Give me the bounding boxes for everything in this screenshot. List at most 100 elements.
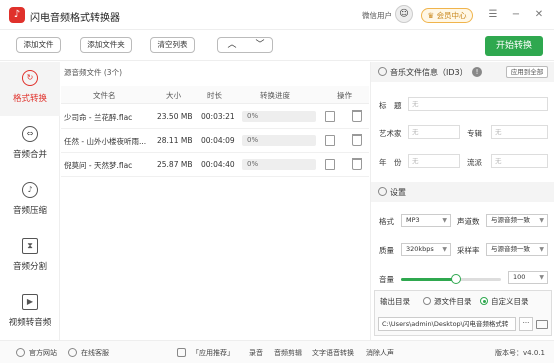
column-header: 文件名 xyxy=(93,91,116,100)
menu-icon[interactable]: ☰ xyxy=(486,8,500,22)
status-bar: 官方网站 在线客服 「应用推荐」 录音 音频剪辑 文字语音转换 消除人声 版本号… xyxy=(0,340,554,363)
sidebar: ↻ 格式转换 ⇔ 音频合并 ♪ 音频压缩 ⧗ 音频分割 ▶ 视频转音频 xyxy=(0,62,60,340)
file-list-panel: 源音频文件 (3个) 文件名 大小 时长 转换进度 操作 少司命 - 兰花醉.f… xyxy=(61,62,369,340)
apply-all-button[interactable]: 应用到全部 xyxy=(506,66,548,78)
file-name: 任然 - 山外小楼夜听雨... xyxy=(64,137,147,146)
radio-source-dir[interactable] xyxy=(423,297,431,305)
record-link[interactable]: 录音 xyxy=(249,348,263,358)
file-size: 23.50 MB xyxy=(157,112,193,121)
volume-slider[interactable] xyxy=(401,274,501,284)
vip-center-button[interactable]: ♛ 会员中心 xyxy=(421,8,473,23)
source-files-label: 源音频文件 (3个) xyxy=(64,68,123,77)
move-up-button[interactable]: ︿ xyxy=(218,38,246,52)
delete-icon[interactable] xyxy=(352,158,362,170)
column-header: 大小 xyxy=(166,91,181,100)
quality-label: 质量 xyxy=(379,246,394,255)
file-name: 少司命 - 兰花醉.flac xyxy=(64,113,133,122)
file-duration: 00:04:40 xyxy=(201,160,235,169)
artist-label: 艺术家 xyxy=(379,129,402,138)
samplerate-label: 采样率 xyxy=(457,246,480,255)
sidebar-item-audio-merge[interactable]: ⇔ 音频合并 xyxy=(0,118,60,172)
table-row[interactable]: 少司命 - 兰花醉.flac 23.50 MB 00:03:21 0% xyxy=(61,105,369,129)
delete-icon[interactable] xyxy=(352,134,362,146)
quality-select[interactable]: 320kbps ▼ xyxy=(401,243,451,256)
clear-list-button[interactable]: 清空列表 xyxy=(150,37,195,53)
file-duration: 00:03:21 xyxy=(201,112,235,121)
official-website-link[interactable]: 官方网站 xyxy=(29,348,57,358)
settings-section-header: 设置 xyxy=(371,182,554,202)
tts-link[interactable]: 文字语音转换 xyxy=(312,348,354,358)
globe-icon xyxy=(16,348,25,357)
info-icon[interactable]: ! xyxy=(472,67,482,77)
video-icon: ▶ xyxy=(22,294,38,310)
audio-edit-link[interactable]: 音频剪辑 xyxy=(274,348,302,358)
chevron-down-icon: ▼ xyxy=(539,274,544,281)
sidebar-item-label: 音频合并 xyxy=(12,150,47,160)
artist-field[interactable]: 无 xyxy=(408,125,460,139)
title-label: 标 题 xyxy=(379,101,402,110)
file-info-icon[interactable] xyxy=(325,159,335,170)
headset-icon xyxy=(68,348,77,357)
format-select[interactable]: MP3 ▼ xyxy=(401,214,451,227)
add-folder-button[interactable]: 添加文件夹 xyxy=(80,37,132,53)
source-dir-option[interactable]: 源文件目录 xyxy=(434,296,472,307)
samplerate-select[interactable]: 与源音频一致 ▼ xyxy=(486,243,548,256)
year-field[interactable]: 无 xyxy=(408,154,460,168)
output-path-field[interactable]: C:\Users\admin\Desktop\闪电音频格式转 xyxy=(378,317,516,331)
channels-select[interactable]: 与源音频一致 ▼ xyxy=(486,214,548,227)
vocal-remove-link[interactable]: 消除人声 xyxy=(366,348,394,358)
app-title: 闪电音频格式转换器 xyxy=(30,13,120,24)
table-header: 文件名 大小 时长 转换进度 操作 xyxy=(61,86,369,104)
chevron-down-icon: ▼ xyxy=(539,246,544,253)
settings-header-title: 设置 xyxy=(390,188,406,197)
folder-icon[interactable] xyxy=(536,320,548,329)
sidebar-item-audio-split[interactable]: ⧗ 音频分割 xyxy=(0,230,60,284)
file-info-icon[interactable] xyxy=(325,111,335,122)
sidebar-item-label: 格式转换 xyxy=(12,94,47,104)
avatar[interactable]: ☺ xyxy=(395,5,413,23)
wechat-user-label[interactable]: 微信用户 xyxy=(362,10,392,21)
column-header: 操作 xyxy=(337,91,352,100)
move-down-button[interactable]: ﹀ xyxy=(246,38,274,52)
online-support-link[interactable]: 在线客服 xyxy=(81,348,109,358)
minimize-button[interactable]: − xyxy=(509,8,523,22)
browse-button[interactable]: ··· xyxy=(519,317,533,331)
volume-label: 音量 xyxy=(379,275,394,284)
gear-icon xyxy=(378,187,387,196)
file-name: 倪莫问 - 天然梦.flac xyxy=(64,161,133,170)
genre-label: 流派 xyxy=(467,158,482,167)
delete-icon[interactable] xyxy=(352,110,362,122)
split-icon: ⧗ xyxy=(22,238,38,254)
file-size: 28.11 MB xyxy=(157,136,193,145)
refresh-icon: ↻ xyxy=(22,70,38,86)
sidebar-item-video-to-audio[interactable]: ▶ 视频转音频 xyxy=(0,286,60,340)
gear-icon xyxy=(378,67,387,76)
table-row[interactable]: 任然 - 山外小楼夜听雨... 28.11 MB 00:04:09 0% xyxy=(61,129,369,153)
sidebar-item-label: 音频压缩 xyxy=(12,206,47,216)
output-directory-box: 输出目录 源文件目录 自定义目录 C:\Users\admin\Desktop\… xyxy=(374,290,552,336)
file-duration: 00:04:09 xyxy=(201,136,235,145)
volume-input[interactable]: 100 ▼ xyxy=(508,271,548,284)
crown-icon: ♛ xyxy=(427,11,435,20)
chevron-down-icon: ▼ xyxy=(539,217,544,224)
sidebar-item-format-convert[interactable]: ↻ 格式转换 xyxy=(0,62,60,116)
id3-header-title: 音乐文件信息（ID3） xyxy=(390,68,468,77)
sidebar-item-audio-compress[interactable]: ♪ 音频压缩 xyxy=(0,174,60,228)
title-field[interactable]: 无 xyxy=(408,97,548,111)
table-row[interactable]: 倪莫问 - 天然梦.flac 25.87 MB 00:04:40 0% xyxy=(61,153,369,177)
progress-bar: 0% xyxy=(242,159,316,170)
add-file-button[interactable]: 添加文件 xyxy=(16,37,61,53)
volume-slider-handle[interactable] xyxy=(451,274,461,284)
custom-dir-option[interactable]: 自定义目录 xyxy=(491,296,529,307)
close-button[interactable]: ✕ xyxy=(532,8,546,22)
album-field[interactable]: 无 xyxy=(491,125,548,139)
title-bar: ♪ 闪电音频格式转换器 微信用户 ☺ ♛ 会员中心 ☰ − ✕ xyxy=(0,0,554,30)
file-size: 25.87 MB xyxy=(157,160,193,169)
start-convert-button[interactable]: 开始转换 xyxy=(485,36,543,56)
genre-field[interactable]: 无 xyxy=(491,154,548,168)
merge-icon: ⇔ xyxy=(22,126,38,142)
compress-icon: ♪ xyxy=(22,182,38,198)
app-logo-icon: ♪ xyxy=(9,7,25,23)
file-info-icon[interactable] xyxy=(325,135,335,146)
radio-custom-dir[interactable] xyxy=(480,297,488,305)
